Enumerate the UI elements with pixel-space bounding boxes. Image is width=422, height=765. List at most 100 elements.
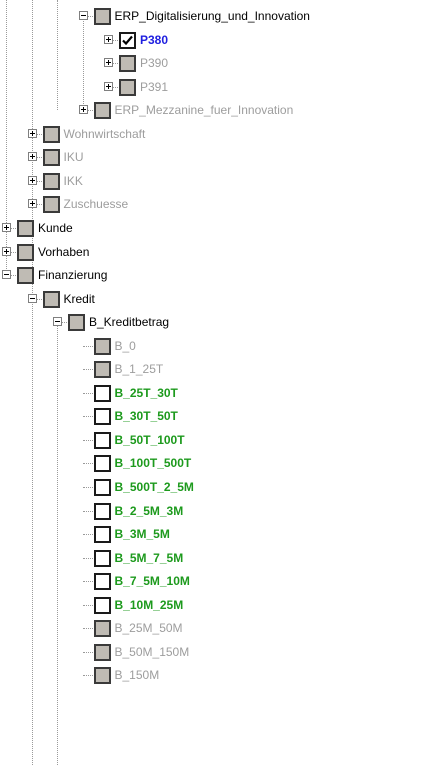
- node-label: ERP_Digitalisierung_und_Innovation: [114, 9, 310, 23]
- node-checkbox[interactable]: [42, 290, 60, 308]
- node-label: B_150M: [114, 668, 160, 683]
- node-checkbox[interactable]: [17, 243, 34, 261]
- tree-node-b-150m[interactable]: B_150M: [0, 664, 422, 687]
- node-checkbox[interactable]: [93, 408, 111, 426]
- minus-box-icon[interactable]: [27, 293, 37, 303]
- plus-box-icon[interactable]: [27, 152, 37, 162]
- tree-node-b-25t-30t[interactable]: B_25T_30T: [0, 382, 422, 405]
- tree-node-b-5m-7-5m[interactable]: B_5M_7_5M: [0, 547, 422, 570]
- node-checkbox[interactable]: [93, 337, 111, 355]
- plus-box-icon[interactable]: [104, 58, 113, 68]
- node-label: B_50T_100T: [114, 432, 185, 447]
- node-checkbox[interactable]: [93, 8, 111, 25]
- node-label: Vorhaben: [38, 244, 90, 259]
- node-label: B_50M_150M: [114, 644, 190, 659]
- tree-node-wohnwirtschaft[interactable]: Wohnwirtschaft: [0, 123, 422, 146]
- node-label: B_Kreditbetrag: [89, 315, 170, 330]
- node-label: Zuschuesse: [63, 197, 129, 212]
- node-checkbox[interactable]: [93, 573, 111, 591]
- node-label: B_100T_500T: [114, 456, 192, 471]
- tree-node-b-2-5m-3m[interactable]: B_2_5M_3M: [0, 500, 422, 523]
- node-label: Kunde: [38, 220, 73, 235]
- minus-box-icon[interactable]: [2, 270, 11, 280]
- node-checkbox[interactable]: [68, 314, 85, 332]
- node-checkbox[interactable]: [17, 219, 34, 237]
- tree-node-vorhaben[interactable]: Vorhaben: [0, 241, 422, 264]
- plus-box-icon[interactable]: [78, 105, 88, 115]
- tree-node-b-1-25t[interactable]: B_1_25T: [0, 358, 422, 381]
- node-checkbox[interactable]: [93, 620, 111, 638]
- node-checkbox[interactable]: [119, 31, 136, 49]
- plus-box-icon[interactable]: [27, 175, 37, 185]
- node-label: Wohnwirtschaft: [63, 126, 146, 141]
- node-checkbox[interactable]: [93, 455, 111, 473]
- node-label: B_2_5M_3M: [114, 503, 184, 518]
- node-label: B_10M_25M: [114, 597, 184, 612]
- tree-node-b-10m-25m[interactable]: B_10M_25M: [0, 594, 422, 617]
- tree-node-finanzierung[interactable]: Finanzierung: [0, 264, 422, 287]
- tree-node-b-25m-50m[interactable]: B_25M_50M: [0, 617, 422, 640]
- checkmark-icon: [122, 35, 133, 45]
- node-label: B_7_5M_10M: [114, 574, 190, 589]
- minus-box-icon[interactable]: [53, 317, 62, 327]
- node-label: P380: [140, 32, 169, 47]
- plus-box-icon[interactable]: [2, 222, 11, 232]
- node-checkbox[interactable]: [93, 549, 111, 567]
- tree-node-kunde[interactable]: Kunde: [0, 217, 422, 240]
- minus-box-icon[interactable]: [78, 11, 88, 20]
- node-checkbox[interactable]: [42, 149, 60, 167]
- node-label: IKK: [63, 173, 83, 188]
- node-checkbox[interactable]: [93, 667, 111, 685]
- node-label: B_30T_50T: [114, 409, 178, 424]
- node-label: P390: [140, 56, 169, 71]
- tree-node-b-50m-150m[interactable]: B_50M_150M: [0, 641, 422, 664]
- tree-node-iku[interactable]: IKU: [0, 146, 422, 169]
- node-label: B_3M_5M: [114, 527, 170, 542]
- tree-node-b-30t-50t[interactable]: B_30T_50T: [0, 405, 422, 428]
- tree-node-b-100t-500t[interactable]: B_100T_500T: [0, 452, 422, 475]
- tree-node-p380[interactable]: P380: [0, 29, 422, 52]
- node-label: Finanzierung: [38, 268, 108, 283]
- node-checkbox[interactable]: [119, 78, 136, 96]
- node-checkbox[interactable]: [93, 361, 111, 379]
- tree-node-p390[interactable]: P390: [0, 52, 422, 75]
- tree-node-kredit[interactable]: Kredit: [0, 288, 422, 311]
- plus-box-icon[interactable]: [27, 199, 37, 209]
- tree-view[interactable]: ERP_Digitalisierung_und_Innovation P380 P3…: [0, 0, 422, 765]
- tree-node-zuschuesse[interactable]: Zuschuesse: [0, 193, 422, 216]
- plus-box-icon[interactable]: [104, 34, 113, 44]
- node-checkbox[interactable]: [42, 172, 60, 190]
- node-checkbox[interactable]: [93, 431, 111, 449]
- node-label: P391: [140, 79, 169, 94]
- node-checkbox[interactable]: [93, 596, 111, 614]
- tree-node-p391[interactable]: P391: [0, 76, 422, 99]
- node-checkbox[interactable]: [93, 384, 111, 402]
- plus-box-icon[interactable]: [2, 246, 11, 256]
- node-label: B_1_25T: [114, 362, 164, 377]
- node-checkbox[interactable]: [42, 125, 60, 143]
- plus-box-icon[interactable]: [104, 81, 113, 91]
- node-checkbox[interactable]: [93, 643, 111, 661]
- node-label: B_500T_2_5M: [114, 480, 194, 494]
- tree-node-erp-mezzanine-fuer-innovation[interactable]: ERP_Mezzanine_fuer_Innovation: [0, 99, 422, 122]
- node-checkbox[interactable]: [119, 55, 136, 73]
- node-checkbox[interactable]: [93, 502, 111, 520]
- plus-box-icon[interactable]: [27, 128, 37, 138]
- tree-node-b-0[interactable]: B_0: [0, 335, 422, 358]
- node-checkbox[interactable]: [17, 267, 34, 285]
- node-label: IKU: [63, 150, 84, 165]
- node-label: ERP_Mezzanine_fuer_Innovation: [114, 103, 294, 118]
- tree-node-erp-digitalisierung-und-innovation[interactable]: ERP_Digitalisierung_und_Innovation: [0, 5, 422, 28]
- node-checkbox[interactable]: [93, 526, 111, 544]
- node-checkbox[interactable]: [93, 102, 111, 120]
- tree-node-b-50t-100t[interactable]: B_50T_100T: [0, 429, 422, 452]
- tree-node-b-3m-5m[interactable]: B_3M_5M: [0, 523, 422, 546]
- node-label: Kredit: [63, 291, 95, 306]
- tree-node-b-7-5m-10m[interactable]: B_7_5M_10M: [0, 570, 422, 593]
- tree-node-ikk[interactable]: IKK: [0, 170, 422, 193]
- node-label: B_25T_30T: [114, 385, 178, 400]
- tree-node-b-kreditbetrag[interactable]: B_Kreditbetrag: [0, 311, 422, 334]
- node-checkbox[interactable]: [42, 196, 60, 214]
- tree-node-b-500t-2-5m[interactable]: B_500T_2_5M: [0, 476, 422, 499]
- node-checkbox[interactable]: [93, 479, 111, 496]
